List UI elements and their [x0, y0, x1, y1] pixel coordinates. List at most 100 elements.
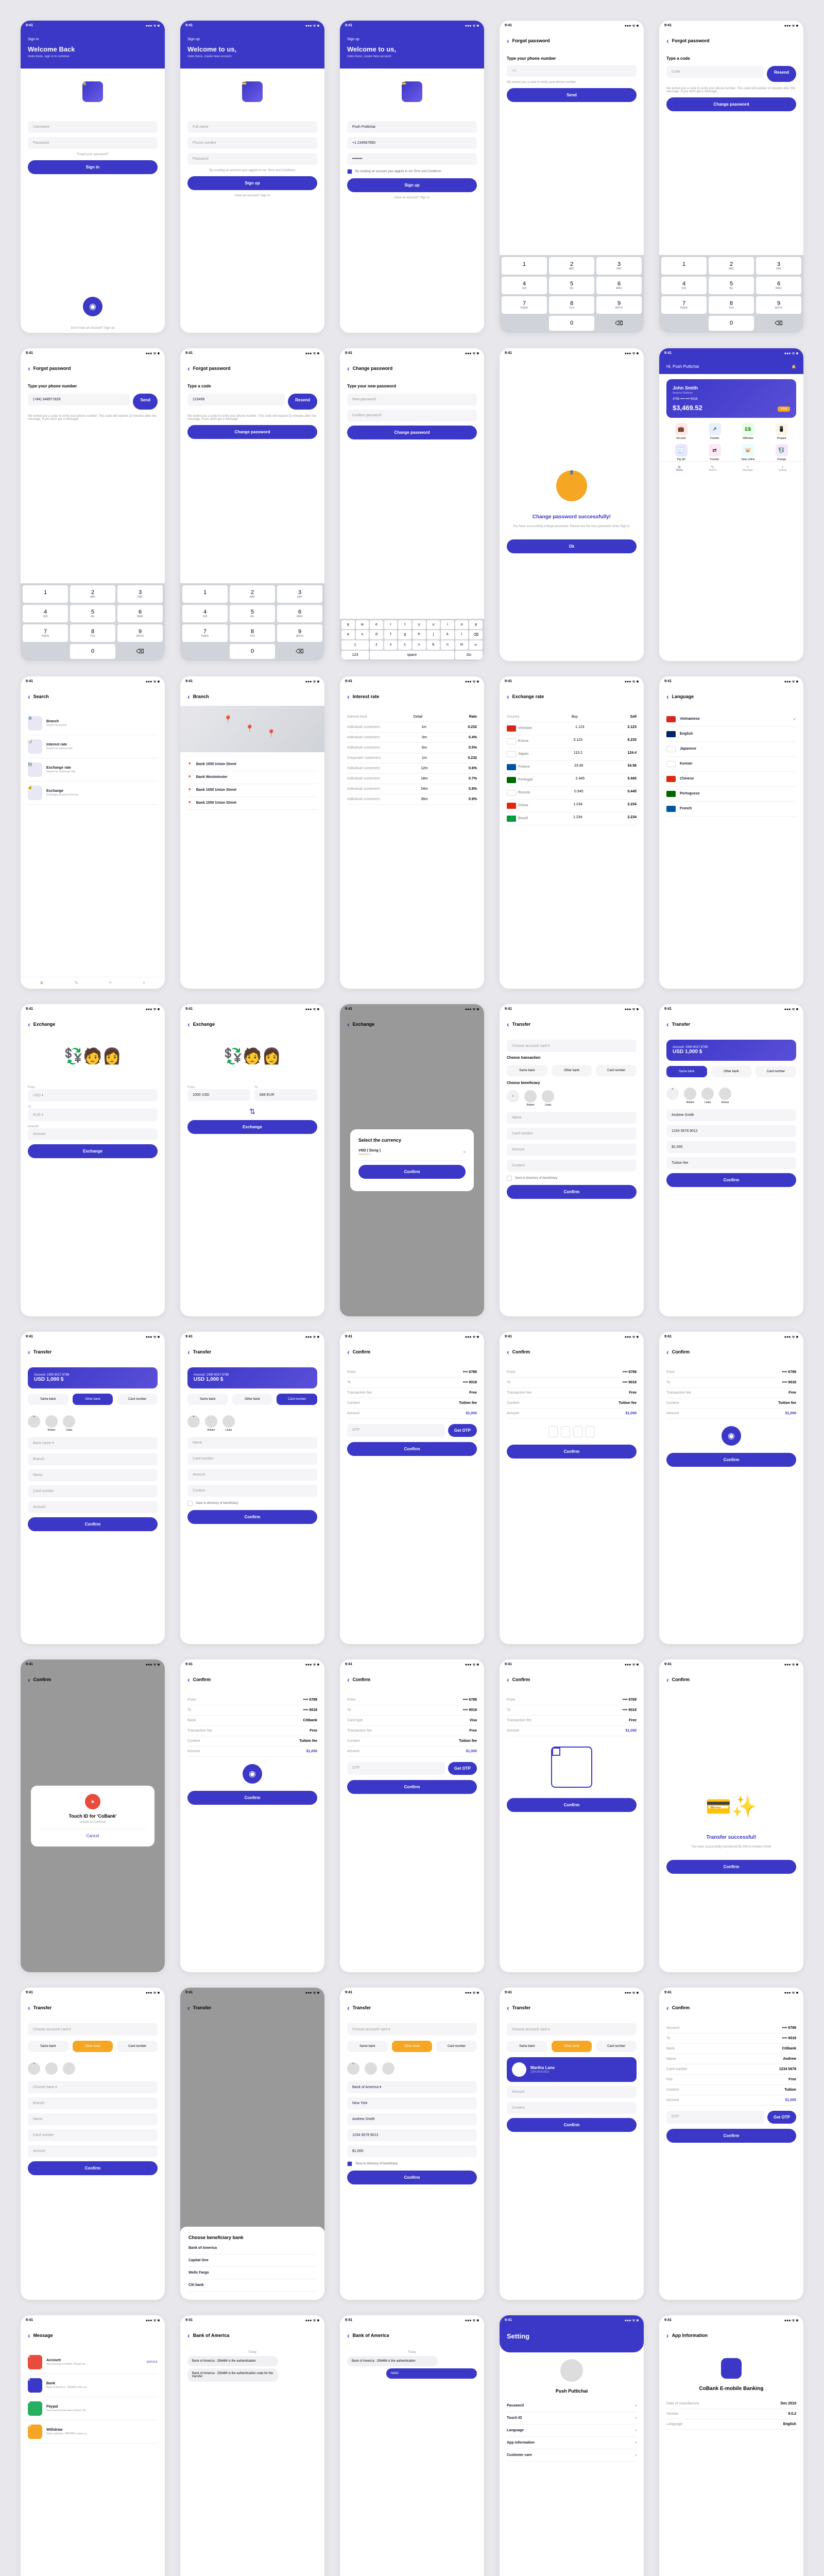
message-item[interactable]: WWithdrawDear customer, 2987456 is your …	[28, 2420, 158, 2444]
phone-input[interactable]: Phone number	[187, 137, 317, 149]
nav-search[interactable]: 🔍Search	[709, 466, 717, 472]
password-input[interactable]: ••••••••	[347, 153, 477, 165]
action-change[interactable]: 💱Change	[767, 444, 796, 461]
action-withdraw[interactable]: 💵Withdraw	[733, 423, 763, 440]
contact-item[interactable]: Robert	[524, 1090, 537, 1107]
contact-card[interactable]: Martha Lane1234 5678 9012	[507, 2057, 637, 2082]
fingerprint-icon[interactable]: ◉	[83, 297, 102, 316]
confirm-button[interactable]: Confirm	[347, 1442, 477, 1456]
action-paybill[interactable]: 🧾Pay bill	[666, 444, 696, 461]
branch-item[interactable]: 📍Bank 1050 Union Street	[187, 758, 317, 771]
back-button[interactable]: Confirm	[340, 1343, 484, 1361]
setting-appinfo[interactable]: App information›	[507, 2437, 637, 2449]
otp-input[interactable]	[507, 1426, 637, 1437]
language-item[interactable]: Portuguese	[666, 787, 796, 802]
exchange-button[interactable]: Exchange	[187, 1120, 317, 1134]
confirm-password-input[interactable]: Confirm password	[347, 410, 477, 421]
back-button[interactable]: Forgot password	[500, 31, 644, 50]
fingerprint-icon[interactable]: ◉	[243, 1764, 262, 1784]
back-button[interactable]: Exchange	[21, 1015, 165, 1033]
language-item[interactable]: Chinese	[666, 772, 796, 787]
back-button[interactable]: Transfer	[500, 1015, 644, 1033]
branch-item[interactable]: 📍Bank Westminster	[187, 771, 317, 784]
branch-item[interactable]: 📍Bank 1050 Union Street	[187, 784, 317, 797]
confirm-button[interactable]: Confirm	[666, 1173, 796, 1187]
setting-touchid[interactable]: Touch ID›	[507, 2412, 637, 2425]
bank-option[interactable]: Capital One	[188, 2255, 316, 2267]
tab-card[interactable]: Card number	[596, 1065, 637, 1076]
numeric-keypad[interactable]: 12ABC3DEF 4GHI5JKL6MNO 7PQRS8TUV9WXYZ 0⌫	[659, 255, 803, 333]
map-view[interactable]: 📍 📍 📍	[180, 706, 324, 752]
face-scan-frame[interactable]	[551, 1747, 592, 1788]
name-input[interactable]: Push Puttichai	[347, 121, 477, 133]
signin-button[interactable]: Sign in	[28, 160, 158, 174]
setting-care[interactable]: Customer care›	[507, 2449, 637, 2462]
resend-button[interactable]: Resend	[767, 66, 796, 82]
name-input[interactable]: Full name	[187, 121, 317, 133]
currency-option[interactable]: VND ( Dong )Currency 1○	[358, 1145, 466, 1161]
signup-button[interactable]: Sign up	[347, 178, 477, 192]
search-item-interest[interactable]: 📊Interest rateSearch for interest rate	[28, 735, 158, 758]
bank-option[interactable]: Bank of America	[188, 2242, 316, 2255]
bank-option[interactable]: Citi bank	[188, 2279, 316, 2292]
back-button[interactable]: Forgot password	[659, 31, 803, 50]
message-item[interactable]: PPaypalYour account has been locked. Ple…	[28, 2397, 158, 2420]
change-password-button[interactable]: Change password	[666, 97, 796, 111]
phone-input[interactable]: +1 234567890	[347, 137, 477, 149]
action-save[interactable]: 🐷Save online	[733, 444, 763, 461]
exchange-button[interactable]: Exchange	[28, 1144, 158, 1158]
change-password-button[interactable]: Change password	[187, 425, 317, 439]
search-item-exchange-rate[interactable]: 💱Exchange rateSearch for exchange rate	[28, 758, 158, 782]
back-button[interactable]: Interest rate	[340, 687, 484, 706]
tab-other-bank[interactable]: Other bank	[552, 1065, 592, 1076]
back-button[interactable]: Transfer	[659, 1015, 803, 1033]
add-contact[interactable]: +	[507, 1090, 519, 1107]
code-input[interactable]: Code	[666, 66, 764, 78]
nav-home[interactable]: 🏠Home	[676, 466, 683, 472]
confirm-button[interactable]: Confirm	[666, 1860, 796, 1874]
save-checkbox[interactable]	[507, 1176, 512, 1181]
signup-button[interactable]: Sign up	[187, 176, 317, 190]
cancel-button[interactable]: Cancel	[39, 1829, 146, 1838]
search-item-branch[interactable]: 🏦BranchSearch for branch	[28, 712, 158, 735]
setting-password[interactable]: Password›	[507, 2400, 637, 2412]
terms-checkbox[interactable]	[347, 169, 352, 174]
map-pin-icon[interactable]: 📍	[224, 715, 232, 724]
text-keyboard[interactable]: qwertyuiop asdfghjkl⌫ ⇧zxcvbnm↵ 123space…	[340, 619, 484, 661]
back-button[interactable]: Forgot password	[21, 359, 165, 378]
amount-input[interactable]: Amount	[28, 1128, 158, 1140]
branch-item[interactable]: 📍Bank 1050 Union Street	[187, 797, 317, 810]
swap-icon[interactable]: ⇅	[190, 1107, 315, 1116]
tab-other-bank[interactable]: Other bank	[711, 1066, 752, 1077]
numeric-keypad[interactable]: 12ABC3DEF 4GHI5JKL6MNO 7PQRS8TUV9WXYZ 0⌫	[500, 255, 644, 333]
name-input[interactable]: Name	[507, 1112, 637, 1124]
otp-input[interactable]: OTP	[347, 1424, 445, 1437]
new-password-input[interactable]: New password	[347, 394, 477, 405]
back-button[interactable]: Language	[659, 687, 803, 706]
nav-message[interactable]: ✉Message	[743, 466, 753, 472]
language-item[interactable]: French	[666, 802, 796, 817]
back-button[interactable]: Change password	[340, 359, 484, 378]
search-item-exchange[interactable]: 💰ExchangeExchange amount of money	[28, 782, 158, 805]
numeric-keypad[interactable]: 12ABC3DEF 4GHI5JKL6MNO 7PQRS8TUV9WXYZ 0⌫	[180, 583, 324, 661]
language-item[interactable]: Japanese	[666, 742, 796, 757]
bell-icon[interactable]: 🔔	[792, 365, 796, 369]
fingerprint-icon[interactable]: ◉	[722, 1426, 741, 1446]
confirm-button[interactable]: Confirm	[358, 1165, 466, 1179]
back-button[interactable]: Forgot password	[180, 359, 324, 378]
action-account[interactable]: 💼Account	[666, 423, 696, 440]
back-button[interactable]: Branch	[180, 687, 324, 706]
password-input[interactable]: Password	[28, 137, 158, 149]
language-item[interactable]: Korean	[666, 757, 796, 772]
back-button[interactable]: Bank of America	[180, 2326, 324, 2345]
send-button[interactable]: Send	[507, 88, 637, 102]
confirm-button[interactable]: Confirm	[507, 1185, 637, 1199]
password-input[interactable]: Password	[187, 153, 317, 165]
numeric-keypad[interactable]: 12ABC3DEF 4GHI5JKL6MNO 7PQRS8TUV9WXYZ 0⌫	[21, 583, 165, 661]
nav-setting[interactable]: ⚙Setting	[779, 466, 787, 472]
action-transfer[interactable]: ↗Transfer	[700, 423, 729, 440]
action-transfer2[interactable]: ⇄Transfer	[700, 444, 729, 461]
card-input[interactable]: Card number	[507, 1128, 637, 1140]
account-selector[interactable]: Choose account/ card ▾	[507, 1040, 637, 1052]
setting-language[interactable]: Language›	[507, 2425, 637, 2437]
